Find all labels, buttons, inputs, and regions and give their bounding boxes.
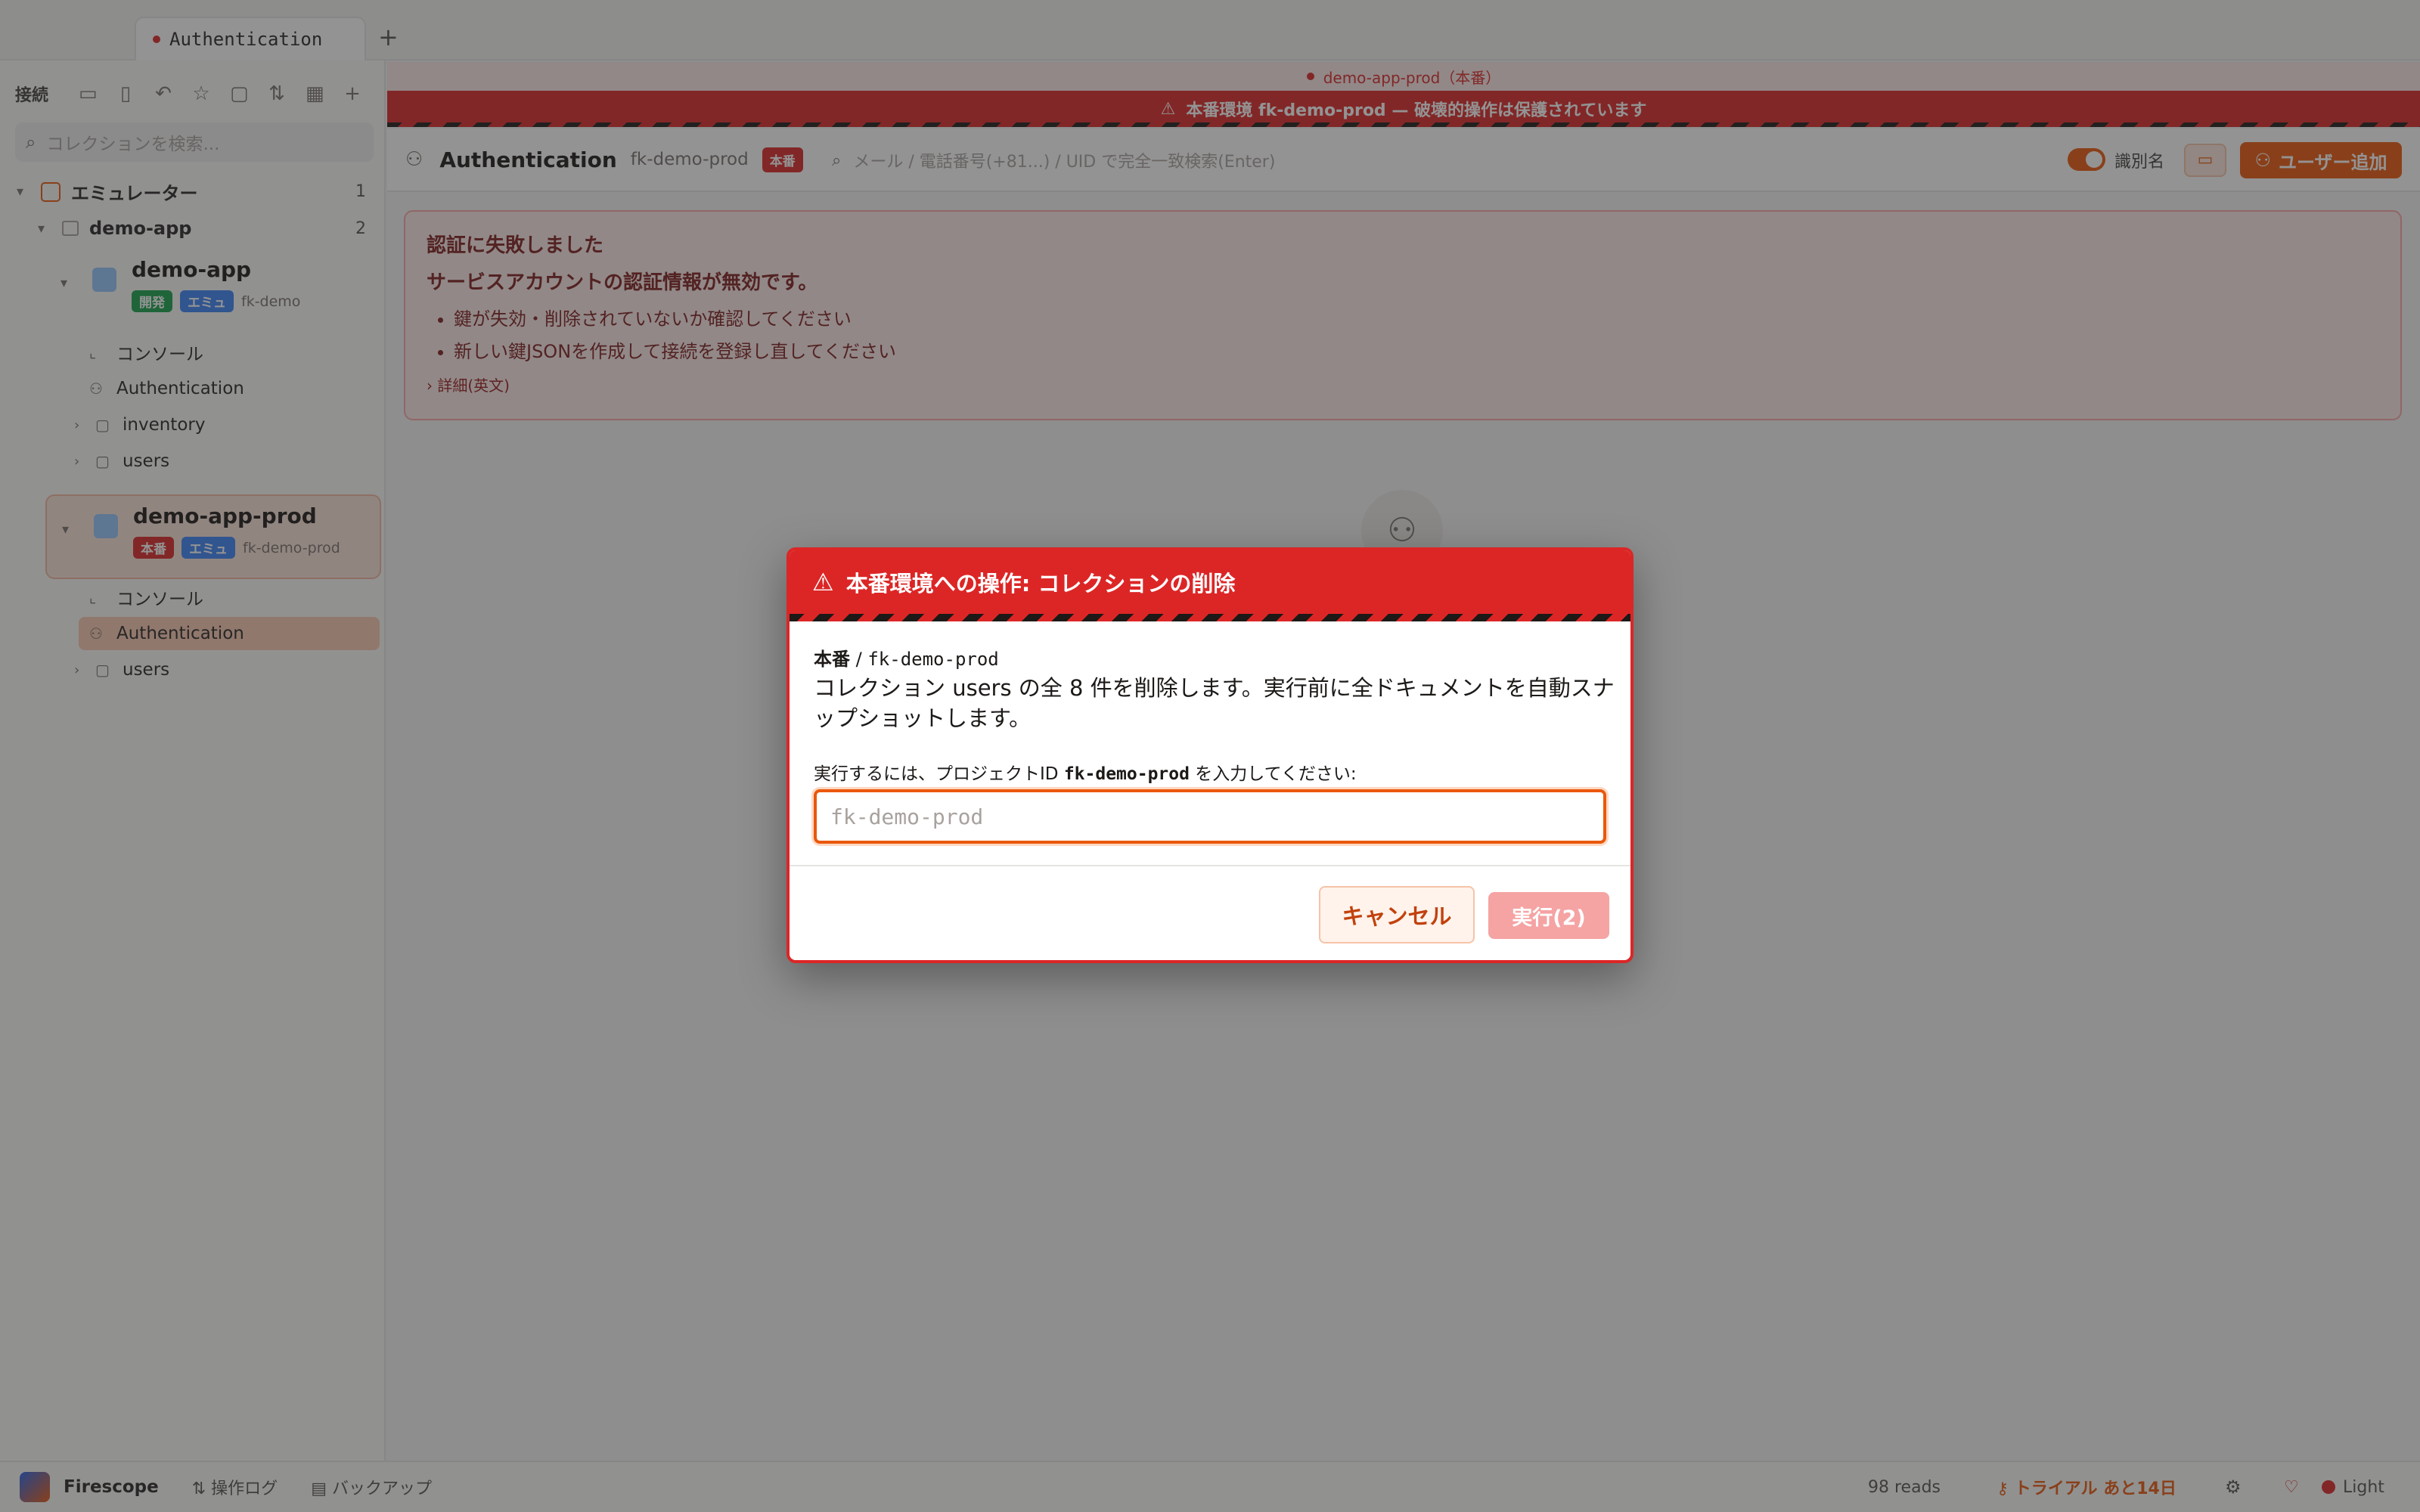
- dialog-header: ⚠ 本番環境への操作: コレクションの削除: [790, 550, 1630, 614]
- dialog-environment: 本番 / fk-demo-prod: [814, 644, 999, 671]
- dialog-description: コレクション users の全 8 件を削除します。実行前に全ドキュメントを自動…: [814, 675, 1615, 731]
- hazard-stripe: [790, 614, 1630, 621]
- confirm-prompt-project-id: fk-demo-prod: [1063, 764, 1190, 784]
- dialog-env-project: fk-demo-prod: [867, 649, 999, 670]
- dialog-env-label: 本番: [814, 649, 850, 670]
- dialog-divider: [790, 865, 1630, 866]
- warning-icon: ⚠: [812, 568, 834, 596]
- dialog-env-separator: /: [850, 649, 868, 670]
- cancel-button[interactable]: キャンセル: [1319, 886, 1475, 943]
- confirm-prompt-prefix: 実行するには、プロジェクトID: [814, 764, 1064, 784]
- production-delete-dialog: ⚠ 本番環境への操作: コレクションの削除 本番 / fk-demo-prod …: [786, 547, 1634, 963]
- confirm-prompt-suffix: を入力してください:: [1189, 764, 1357, 784]
- confirm-prompt: 実行するには、プロジェクトID fk-demo-prod を入力してください:: [814, 759, 1357, 785]
- confirm-project-id-input[interactable]: [814, 789, 1606, 844]
- dialog-title: 本番環境への操作: コレクションの削除: [845, 571, 1236, 596]
- execute-button[interactable]: 実行(2): [1488, 892, 1609, 939]
